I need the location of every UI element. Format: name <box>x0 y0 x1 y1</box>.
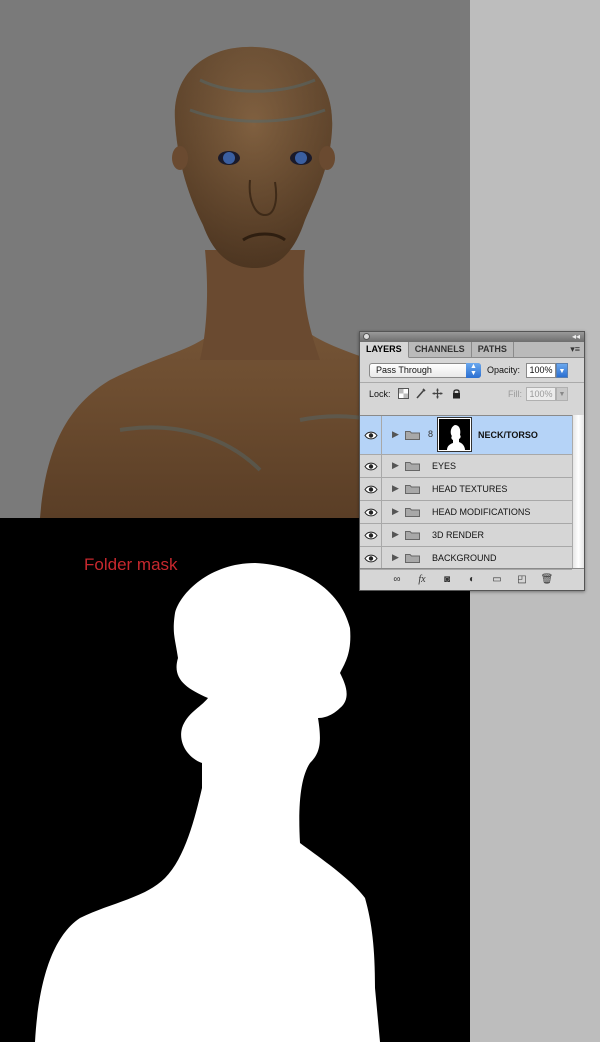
layer-name: EYES <box>432 461 457 471</box>
lock-label: Lock: <box>369 389 391 399</box>
new-group-icon[interactable]: ▭ <box>490 574 504 585</box>
folder-icon <box>405 485 420 494</box>
blend-mode-value: Pass Through <box>376 365 432 375</box>
layers-list: ▶ 8 NECK/TORSO ▶ EYES ▶ HEAD TEXTURES ▶ … <box>360 415 572 570</box>
fill-input[interactable]: 100% <box>526 387 556 401</box>
trash-icon[interactable]: 🗑 <box>540 574 554 585</box>
expand-triangle-icon[interactable]: ▶ <box>392 506 399 517</box>
adjustment-layer-icon[interactable]: ◐ <box>465 574 479 585</box>
panel-menu-icon[interactable]: ▾≡ <box>570 342 580 357</box>
visibility-eye-icon[interactable] <box>360 501 382 523</box>
close-icon[interactable] <box>363 333 370 340</box>
lock-image-pixels-icon[interactable] <box>415 388 426 399</box>
layer-neck-torso[interactable]: ▶ 8 NECK/TORSO <box>360 416 572 455</box>
expand-triangle-icon[interactable]: ▶ <box>392 529 399 540</box>
fill-label: Fill: <box>508 389 522 399</box>
add-mask-icon[interactable]: ◙ <box>440 574 454 585</box>
folder-icon <box>405 431 420 440</box>
folder-icon <box>405 508 420 517</box>
lock-position-icon[interactable] <box>432 388 443 399</box>
blend-mode-select[interactable]: Pass Through ▲ ▼ <box>369 363 481 378</box>
tab-layers[interactable]: LAYERS <box>360 342 409 358</box>
opacity-label: Opacity: <box>487 365 521 375</box>
panel-titlebar[interactable]: ◂◂ <box>360 332 584 342</box>
chain-link-icon[interactable]: 8 <box>428 429 433 439</box>
folder-icon <box>405 462 420 471</box>
tab-paths[interactable]: PATHS <box>472 342 514 357</box>
layer-head-modifications[interactable]: ▶ HEAD MODIFICATIONS <box>360 501 572 524</box>
new-layer-icon[interactable]: ◰ <box>515 574 529 585</box>
folder-icon <box>405 554 420 563</box>
expand-triangle-icon[interactable]: ▶ <box>392 429 399 440</box>
visibility-eye-icon[interactable] <box>360 478 382 500</box>
layer-name: BACKGROUND <box>432 553 497 563</box>
visibility-eye-icon[interactable] <box>360 524 382 546</box>
layers-panel: ◂◂ LAYERS CHANNELS PATHS ▾≡ Pass Through… <box>359 331 585 591</box>
layer-name: HEAD TEXTURES <box>432 484 508 494</box>
lock-row: Lock: Fill: 100% ▼ <box>360 382 584 405</box>
visibility-eye-icon[interactable] <box>360 455 382 477</box>
folder-mask-preview: Folder mask <box>0 518 470 1042</box>
select-arrows-icon: ▲ ▼ <box>466 363 481 378</box>
panel-tabs: LAYERS CHANNELS PATHS ▾≡ <box>360 342 584 358</box>
fx-icon[interactable]: fx <box>415 574 429 585</box>
layer-name: NECK/TORSO <box>478 430 538 440</box>
expand-triangle-icon[interactable]: ▶ <box>392 552 399 563</box>
expand-triangle-icon[interactable]: ▶ <box>392 483 399 494</box>
link-layers-icon[interactable]: ∞ <box>390 574 404 585</box>
opacity-input[interactable]: 100% <box>526 363 556 378</box>
expand-triangle-icon[interactable]: ▶ <box>392 460 399 471</box>
lock-transparency-icon[interactable] <box>398 388 409 399</box>
visibility-eye-icon[interactable] <box>360 547 382 569</box>
fill-dropdown-icon[interactable]: ▼ <box>556 387 568 401</box>
layer-name: 3D RENDER <box>432 530 485 540</box>
lock-all-icon[interactable] <box>451 388 462 399</box>
layer-3d-render[interactable]: ▶ 3D RENDER <box>360 524 572 547</box>
visibility-eye-icon[interactable] <box>360 416 382 454</box>
tab-channels[interactable]: CHANNELS <box>409 342 472 357</box>
layer-eyes[interactable]: ▶ EYES <box>360 455 572 478</box>
panel-footer: ∞ fx ◙ ◐ ▭ ◰ 🗑 <box>360 568 584 590</box>
layer-mask-thumbnail[interactable] <box>437 417 472 452</box>
layer-name: HEAD MODIFICATIONS <box>432 507 531 517</box>
mask-silhouette <box>35 563 380 1042</box>
folder-icon <box>405 531 420 540</box>
collapse-icon[interactable]: ◂◂ <box>572 332 580 342</box>
layers-scrollbar[interactable] <box>572 415 584 568</box>
blend-row: Pass Through ▲ ▼ Opacity: 100% ▼ <box>360 358 584 382</box>
layer-head-textures[interactable]: ▶ HEAD TEXTURES <box>360 478 572 501</box>
opacity-dropdown-icon[interactable]: ▼ <box>556 363 568 378</box>
layer-background[interactable]: ▶ BACKGROUND <box>360 547 572 570</box>
